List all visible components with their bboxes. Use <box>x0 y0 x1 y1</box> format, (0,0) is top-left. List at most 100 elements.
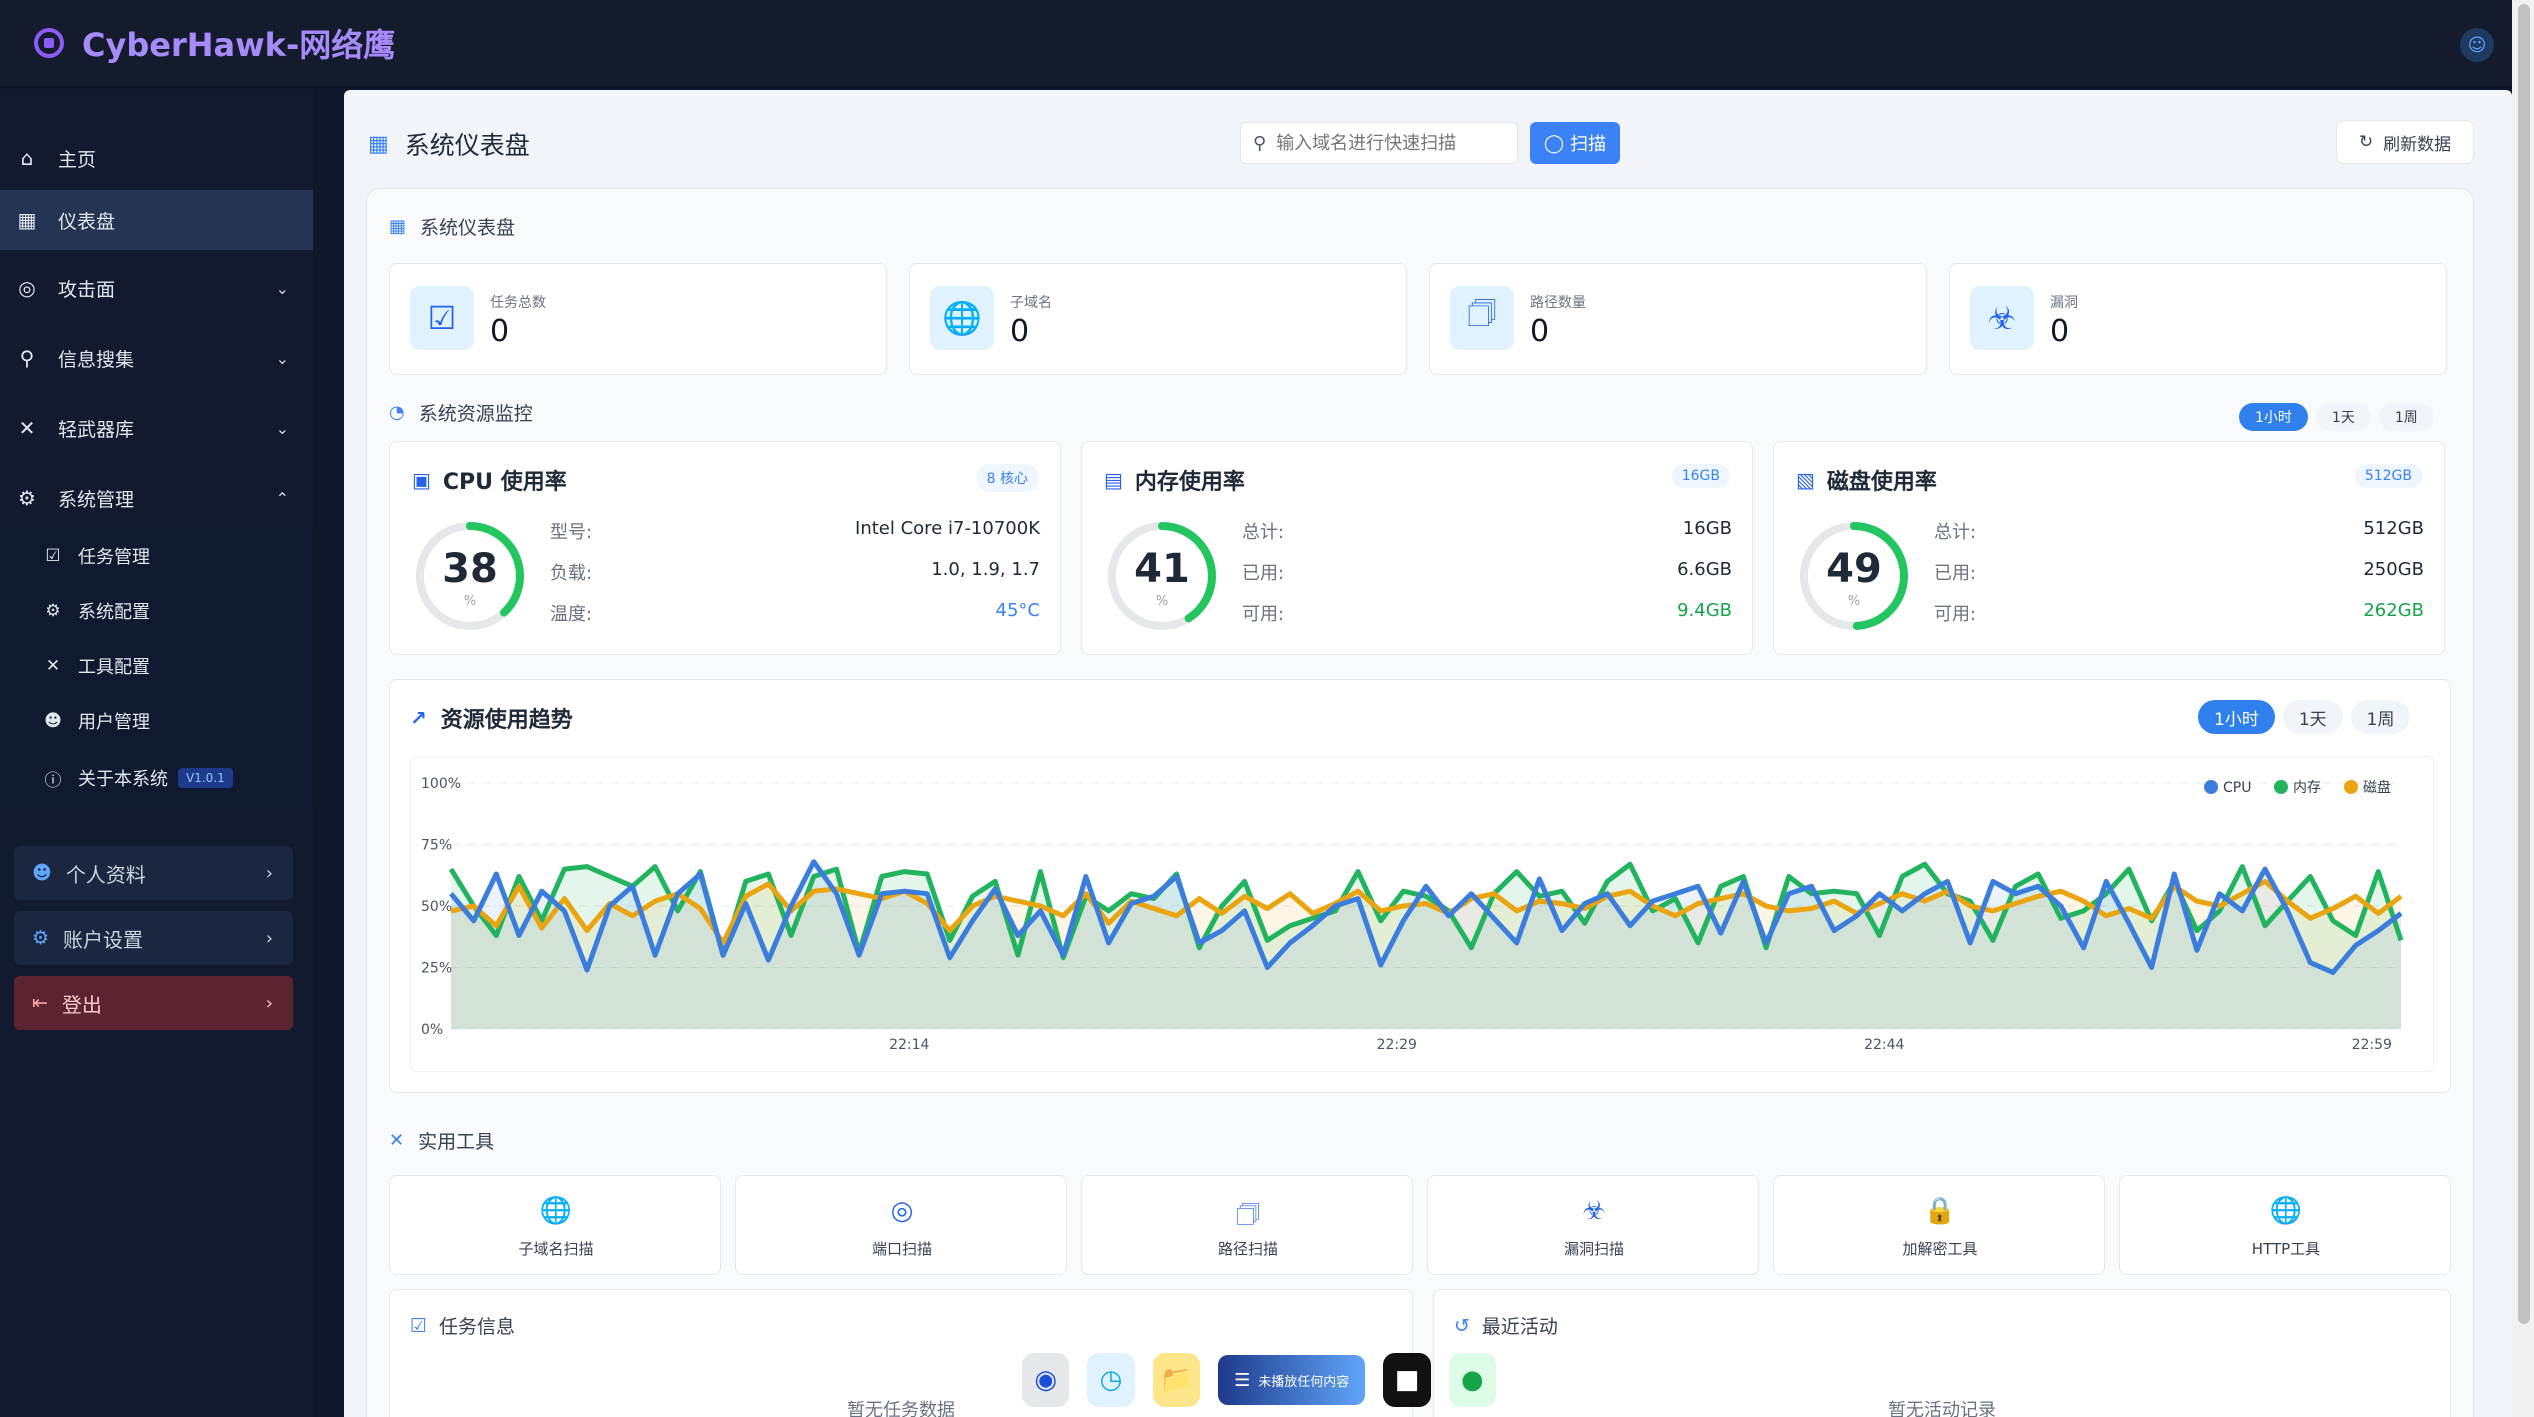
sidebar-subitem-system-config[interactable]: ⚙ 系统配置 <box>0 583 313 638</box>
scan-button[interactable]: ◯ 扫描 <box>1530 122 1620 164</box>
scrollbar-thumb[interactable] <box>2518 4 2530 1324</box>
quick-scan-search[interactable]: ⚲ <box>1240 122 1518 164</box>
dock-app-terminal[interactable]: ■ <box>1383 1353 1431 1407</box>
tool-port-scan[interactable]: ◎ 端口扫描 <box>735 1175 1067 1275</box>
tool-label: 子域名扫描 <box>518 1240 594 1258</box>
version-badge: V1.0.1 <box>178 768 233 788</box>
sidebar-subitem-label: 任务管理 <box>78 546 150 568</box>
user-avatar-button[interactable]: ☺ <box>2460 28 2494 62</box>
grid-icon: ▦ <box>17 208 37 232</box>
dashboard-panel: ▦ 系统仪表盘 ☑ 任务总数 0 🌐 子域名 0 🗇 路径数量 0 ☣ 漏洞 0… <box>366 188 2474 1417</box>
kv-key: 负载: <box>550 563 593 584</box>
legend-marker <box>2204 780 2218 794</box>
kv-value: 250GB <box>2363 559 2424 580</box>
disk-gauge: 49 % <box>1796 518 1912 634</box>
tool-vuln-scan[interactable]: ☣ 漏洞扫描 <box>1427 1175 1759 1275</box>
tool-crypto[interactable]: 🔒 加解密工具 <box>1773 1175 2105 1275</box>
gauge-unit: % <box>463 594 477 609</box>
stat-value: 0 <box>1010 314 1030 349</box>
range-tab-1h[interactable]: 1小时 <box>2239 403 2308 431</box>
kv-key: 已用: <box>1934 563 1977 584</box>
dock-media-player[interactable]: ☰ 未播放任何内容 <box>1218 1355 1366 1405</box>
stat-value: 0 <box>490 314 510 349</box>
sidebar-item-system-management[interactable]: ⚙ 系统管理 ⌃ <box>0 468 313 528</box>
dock-app-files[interactable]: 📁 <box>1152 1353 1201 1407</box>
stat-card-tasks[interactable]: ☑ 任务总数 0 <box>389 263 887 375</box>
kv-key: 可用: <box>1934 604 1977 625</box>
gauge-value: 38 <box>442 546 498 592</box>
y-tick-label: 100% <box>421 776 461 792</box>
disk-used-row: 已用: 250GB <box>1934 559 2424 589</box>
sidebar-card-logout[interactable]: ⇤ 登出 › <box>14 976 293 1030</box>
kv-key: 总计: <box>1242 522 1285 543</box>
folder-icon: 📁 <box>1160 1365 1193 1395</box>
tool-http[interactable]: 🌐 HTTP工具 <box>2119 1175 2451 1275</box>
y-tick-label: 50% <box>421 899 452 915</box>
sidebar-subitem-tool-config[interactable]: ✕ 工具配置 <box>0 638 313 693</box>
trend-range-1d[interactable]: 1天 <box>2282 700 2343 734</box>
dock-app-finder[interactable]: ◉ <box>1022 1353 1070 1407</box>
y-tick-label: 25% <box>421 961 452 977</box>
chat-icon: ● <box>1460 1365 1484 1395</box>
card-title-text: 最近活动 <box>1481 1316 1558 1338</box>
checkbox-icon: ☑ <box>45 545 61 566</box>
cpu-icon: ▣ <box>412 468 431 492</box>
refresh-data-button[interactable]: ↻ 刷新数据 <box>2336 120 2474 164</box>
sidebar-item-home[interactable]: ⌂ 主页 <box>0 128 313 188</box>
taskbar-dock: ◉ ◷ 📁 ☰ 未播放任何内容 ■ ● <box>1022 1350 1514 1410</box>
stat-card-subdomains[interactable]: 🌐 子域名 0 <box>909 263 1407 375</box>
section-title-text: 系统资源监控 <box>418 403 533 425</box>
sidebar-item-info-gathering[interactable]: ⚲ 信息搜集 ⌄ <box>0 328 313 388</box>
media-player-label: 未播放任何内容 <box>1258 1374 1350 1390</box>
trend-range-1h[interactable]: 1小时 <box>2198 700 2275 734</box>
stat-card-paths[interactable]: 🗇 路径数量 0 <box>1429 263 1927 375</box>
dock-app-browser[interactable]: ◷ <box>1087 1353 1135 1407</box>
folders-icon: 🗇 <box>1235 1200 1261 1230</box>
line-chart-icon: ↗ <box>410 706 427 730</box>
kv-value: 9.4GB <box>1677 600 1732 621</box>
trend-range-1w[interactable]: 1周 <box>2350 700 2411 734</box>
kv-key: 可用: <box>1242 604 1285 625</box>
disk-size-badge: 512GB <box>2354 464 2422 488</box>
sidebar-card-label: 个人资料 <box>65 862 146 887</box>
sidebar-card-account-settings[interactable]: ⚙ 账户设置 › <box>14 911 293 965</box>
cpu-usage-card: ▣ CPU 使用率 8 核心 38 % 型号: Intel Core i7-107… <box>389 441 1061 655</box>
x-tick-label: 22:44 <box>1864 1037 1904 1053</box>
sidebar-card-profile[interactable]: ☻ 个人资料 › <box>14 846 293 900</box>
legend-label: 磁盘 <box>2363 779 2391 796</box>
section-title-dashboard: ▦ 系统仪表盘 <box>389 213 515 240</box>
gear-icon: ⚙ <box>18 486 36 510</box>
quick-scan-input[interactable] <box>1276 132 1497 154</box>
sidebar-item-label: 轻武器库 <box>58 418 135 441</box>
gauge-value: 41 <box>1134 546 1190 592</box>
sidebar-item-attack-surface[interactable]: ◎ 攻击面 ⌄ <box>0 258 313 318</box>
recent-activity-empty: 暂无活动记录 <box>1888 1400 1996 1417</box>
page-scrollbar[interactable] <box>2512 0 2534 1417</box>
sidebar-subitem-about[interactable]: ⓘ 关于本系统 V1.0.1 <box>0 748 313 808</box>
sidebar-item-dashboard[interactable]: ▦ 仪表盘 <box>0 190 313 250</box>
brand[interactable]: CyberHawk-网络鹰 <box>34 20 395 66</box>
dock-app-wechat[interactable]: ● <box>1448 1353 1496 1407</box>
sidebar-subitem-user-management[interactable]: ☻ 用户管理 <box>0 693 313 748</box>
chevron-down-icon: ⌄ <box>275 348 289 368</box>
sidebar-item-arsenal[interactable]: ✕ 轻武器库 ⌄ <box>0 398 313 458</box>
sidebar-item-label: 攻击面 <box>58 278 116 301</box>
tool-path-scan[interactable]: 🗇 路径扫描 <box>1081 1175 1413 1275</box>
scan-icon: ◯ <box>1543 132 1565 154</box>
user-icon: ☻ <box>44 710 62 731</box>
bug-icon: ☣ <box>1582 1196 1606 1226</box>
kv-value: 512GB <box>2363 518 2424 539</box>
radar-icon: ◎ <box>890 1196 914 1226</box>
logout-icon: ⇤ <box>32 992 48 1014</box>
gauge-unit: % <box>1847 594 1861 609</box>
tool-subdomain-scan[interactable]: 🌐 子域名扫描 <box>389 1175 721 1275</box>
stat-value: 0 <box>1530 314 1550 349</box>
stat-card-vulnerabilities[interactable]: ☣ 漏洞 0 <box>1949 263 2447 375</box>
memory-icon: ▤ <box>1104 468 1123 492</box>
sidebar-item-label: 信息搜集 <box>58 348 135 371</box>
range-tab-1d[interactable]: 1天 <box>2315 403 2371 431</box>
range-tab-1w[interactable]: 1周 <box>2378 403 2434 431</box>
sidebar-subitem-task-management[interactable]: ☑ 任务管理 <box>0 528 313 583</box>
tools-icon: ✕ <box>18 416 36 440</box>
resource-trend-card: ↗ 资源使用趋势 1小时 1天 1周 100% 75% 50% 25% 0% 22:14 2… <box>389 679 2451 1093</box>
